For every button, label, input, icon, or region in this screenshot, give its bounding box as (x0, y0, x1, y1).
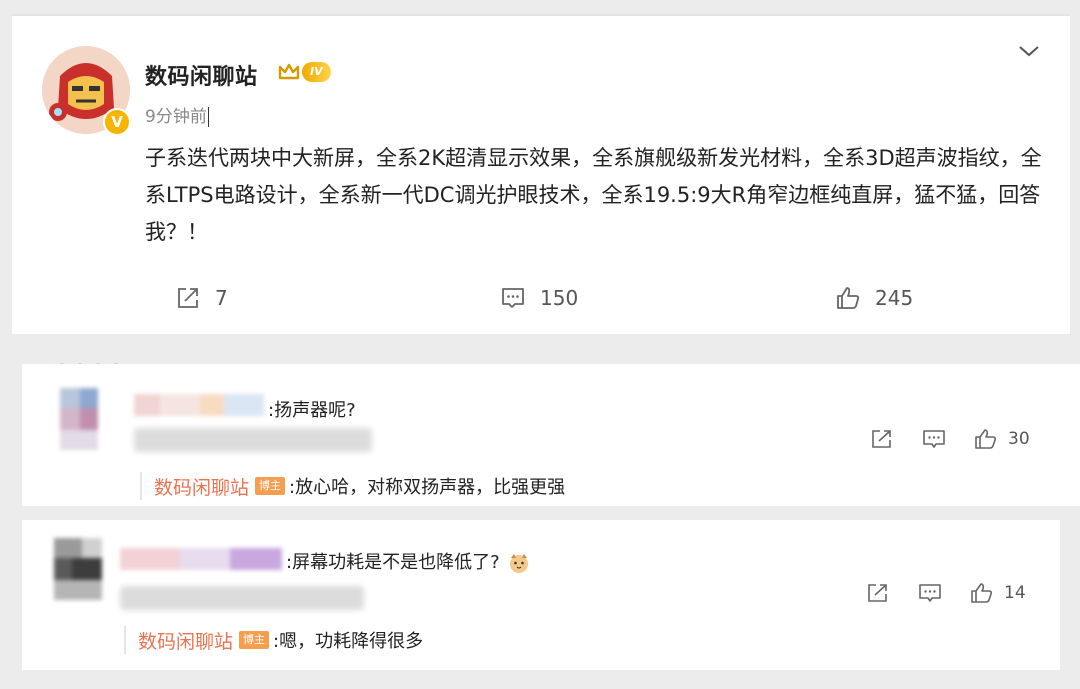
reply-text: :嗯，功耗降得很多 (273, 631, 424, 652)
like-icon[interactable] (970, 582, 994, 604)
comment-text: :屏幕功耗是不是也降低了? (286, 548, 530, 574)
comment-item: :屏幕功耗是不是也降低了? 14 数码闲聊站 博主 :嗯，功耗降得很多 (22, 520, 1060, 670)
blurred-content (120, 586, 364, 610)
level-tag: IV (302, 62, 331, 82)
comment-button[interactable]: 150 (500, 278, 578, 318)
comment-like-count: 30 (1008, 429, 1030, 449)
like-count: 245 (875, 286, 914, 310)
comment-icon (502, 288, 524, 308)
commenter-name[interactable] (134, 394, 264, 416)
blogger-tag: 博主 (239, 631, 270, 649)
blogger-tag: 博主 (255, 477, 286, 495)
post-actions: 7 150 245 (12, 278, 1070, 318)
author-name[interactable]: 数码闲聊站 (145, 59, 258, 91)
author-reply: 数码闲聊站 博主 :放心哈，对称双扬声器，比强更强 (140, 472, 565, 500)
comment-count: 150 (540, 286, 579, 310)
repost-button[interactable]: 7 (175, 278, 228, 318)
repost-count: 7 (215, 286, 228, 310)
comment-item: :扬声器呢? 30 数码闲聊站 博主 :放心哈，对称双扬声器，比强更强 (22, 364, 1080, 506)
share-icon[interactable] (866, 582, 890, 604)
post-time-text: 9分钟前 (145, 107, 207, 127)
commenter-avatar[interactable] (60, 388, 116, 450)
author-reply: 数码闲聊站 博主 :嗯，功耗降得很多 (124, 626, 423, 654)
comment-actions: 14 (866, 582, 1026, 604)
text-caret (207, 107, 209, 127)
reply-author-name[interactable]: 数码闲聊站 (138, 627, 233, 654)
share-icon[interactable] (870, 428, 894, 450)
post-time: 9分钟前 (145, 102, 209, 127)
share-icon (178, 288, 198, 308)
comment-like-count: 14 (1004, 583, 1026, 603)
level-badge[interactable]: IV (278, 60, 331, 84)
verified-badge: V (103, 108, 131, 136)
like-button[interactable]: 245 (835, 278, 913, 318)
commenter-avatar[interactable] (54, 538, 110, 600)
comment-text-body: :屏幕功耗是不是也降低了? (286, 552, 500, 573)
commenter-name[interactable] (120, 548, 282, 570)
like-icon (837, 287, 860, 309)
comment-actions: 30 (870, 428, 1030, 450)
comment-icon[interactable] (918, 582, 942, 604)
like-icon[interactable] (974, 428, 998, 450)
blurred-content (134, 428, 372, 452)
post-card: V 数码闲聊站 IV 9分钟前 子系迭代两块中大新屏，全系2K超清显示效果，全系… (12, 14, 1070, 334)
chevron-down-icon[interactable] (1018, 44, 1040, 58)
comment-text: :扬声器呢? (268, 400, 356, 421)
reply-author-name[interactable]: 数码闲聊站 (154, 473, 249, 500)
reply-text: :放心哈，对称双扬声器，比强更强 (289, 477, 566, 498)
comment-icon[interactable] (922, 428, 946, 450)
cat-emoji-icon (509, 554, 528, 573)
post-text: 子系迭代两块中大新屏，全系2K超清显示效果，全系旗舰级新发光材料，全系3D超声波… (145, 146, 1042, 244)
crown-icon (278, 63, 300, 80)
separator-dots (60, 352, 140, 367)
